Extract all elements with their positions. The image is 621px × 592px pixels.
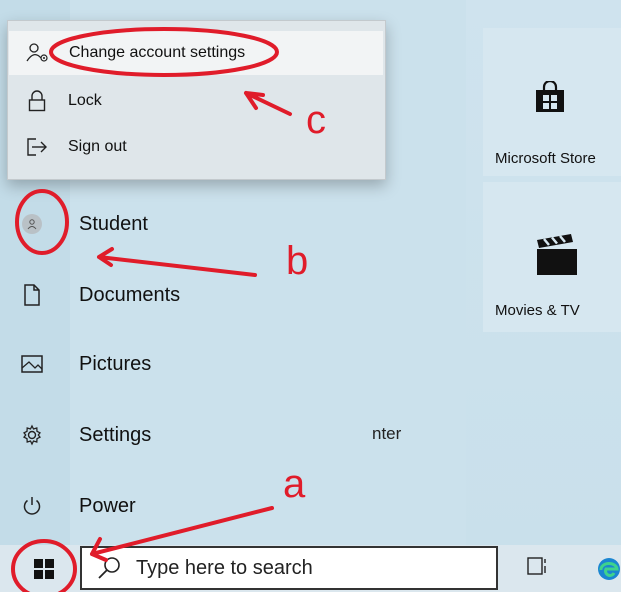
tile-label: Microsoft Store <box>495 150 596 167</box>
store-bag-icon <box>535 79 565 118</box>
start-item-documents[interactable]: Documents <box>0 267 300 323</box>
taskbar: Type here to search <box>0 545 621 592</box>
annotation-label-a: a <box>283 462 306 506</box>
start-item-label: Power <box>79 494 136 517</box>
search-placeholder: Type here to search <box>136 557 313 579</box>
gear-icon <box>16 419 48 451</box>
flyout-item-label: Sign out <box>68 138 127 155</box>
start-item-student[interactable]: Student <box>0 196 300 252</box>
tile-movies-tv[interactable]: Movies & TV <box>483 182 621 332</box>
clapperboard-icon <box>535 232 579 281</box>
flyout-item-label: Lock <box>68 92 102 109</box>
start-item-pictures[interactable]: Pictures <box>0 336 300 392</box>
task-view-icon[interactable] <box>526 555 548 582</box>
document-icon <box>16 279 48 311</box>
start-item-label: Settings <box>79 423 152 446</box>
partial-tile-text: nter <box>372 424 402 443</box>
edge-browser-icon[interactable] <box>597 557 621 586</box>
avatar <box>22 214 42 234</box>
sign-out-icon <box>24 134 50 160</box>
account-flyout: Change account settings Lock Sign out <box>7 20 386 180</box>
taskbar-search-box[interactable]: Type here to search <box>80 546 498 590</box>
lock-icon <box>24 88 50 114</box>
start-item-label: Student <box>79 212 148 235</box>
tile-label: Movies & TV <box>495 302 580 319</box>
sign-out-item[interactable]: Sign out <box>8 125 385 169</box>
start-item-settings[interactable]: Settings <box>0 407 300 463</box>
start-item-label: Documents <box>79 283 181 306</box>
start-item-power[interactable]: Power <box>0 478 300 534</box>
lock-item[interactable]: Lock <box>8 79 385 123</box>
avatar-icon <box>16 208 48 240</box>
windows-logo-icon <box>34 558 54 584</box>
annotation-label-c: c <box>306 98 326 142</box>
power-icon <box>16 490 48 522</box>
start-button[interactable] <box>14 551 74 591</box>
account-settings-icon <box>25 40 51 66</box>
pictures-icon <box>16 348 48 380</box>
search-icon <box>96 555 122 586</box>
annotation-label-b: b <box>286 239 309 283</box>
start-item-label: Pictures <box>79 352 152 375</box>
flyout-item-label: Change account settings <box>69 44 246 61</box>
tile-microsoft-store[interactable]: Microsoft Store <box>483 28 621 176</box>
change-account-settings-item[interactable]: Change account settings <box>9 31 383 75</box>
